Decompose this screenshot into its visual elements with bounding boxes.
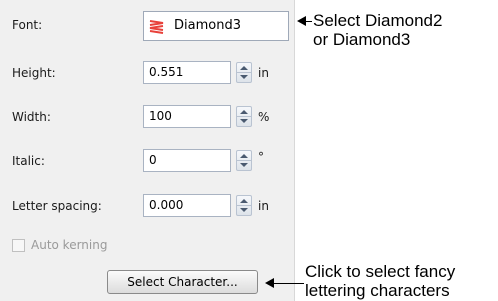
spin-up-icon [240, 154, 248, 158]
font-callout-line1: Select Diamond2 [313, 11, 443, 30]
italic-unit: ° [258, 150, 264, 164]
height-spinner[interactable] [236, 62, 252, 83]
lettering-font-icon [149, 20, 164, 34]
auto-kerning-label: Auto kerning [31, 238, 108, 252]
spin-divider [237, 72, 251, 73]
font-label: Font: [12, 18, 43, 32]
spin-down-icon [240, 208, 248, 212]
italic-input[interactable]: 0 [143, 149, 231, 172]
font-selector[interactable]: Diamond3 [143, 11, 289, 41]
spin-divider [237, 116, 251, 117]
callout-line [272, 283, 304, 284]
button-callout-line2: lettering characters [305, 281, 450, 300]
spin-divider [237, 160, 251, 161]
spin-up-icon [240, 199, 248, 203]
height-input[interactable]: 0.551 [143, 61, 231, 84]
spin-down-icon [240, 75, 248, 79]
width-label: Width: [12, 110, 51, 124]
callout-line [304, 21, 312, 22]
lettering-properties-panel: Font: Diamond3 Height: 0.551 in Width: 1… [0, 0, 295, 301]
letter-spacing-spinner[interactable] [236, 195, 252, 216]
width-spinner[interactable] [236, 106, 252, 127]
button-callout-line1: Click to select fancy [305, 262, 456, 281]
spin-up-icon [240, 66, 248, 70]
height-label: Height: [12, 66, 56, 80]
letter-spacing-input[interactable]: 0.000 [143, 194, 231, 217]
spin-down-icon [240, 119, 248, 123]
italic-spinner[interactable] [236, 150, 252, 171]
font-name: Diamond3 [174, 18, 241, 33]
spin-divider [237, 205, 251, 206]
letter-spacing-unit: in [258, 199, 269, 213]
width-unit: % [258, 110, 270, 124]
width-input[interactable]: 100 [143, 105, 231, 128]
auto-kerning-checkbox[interactable] [12, 239, 25, 252]
letter-spacing-label: Letter spacing: [12, 199, 102, 213]
select-character-button[interactable]: Select Character... [107, 270, 258, 294]
spin-up-icon [240, 110, 248, 114]
italic-label: Italic: [12, 154, 45, 168]
font-callout-line2: or Diamond3 [313, 30, 411, 49]
spin-down-icon [240, 163, 248, 167]
height-unit: in [258, 66, 269, 80]
